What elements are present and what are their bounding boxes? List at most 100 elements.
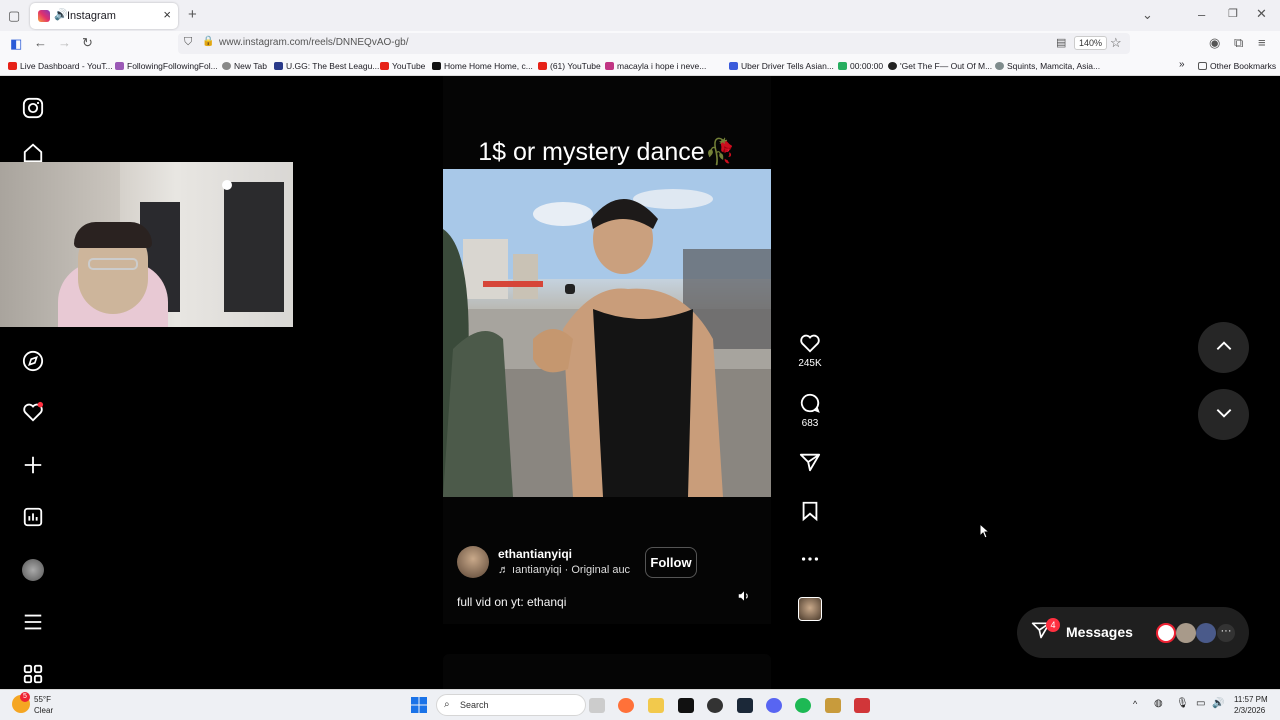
- like-heart-icon[interactable]: [797, 332, 823, 356]
- windows-start-icon[interactable]: [411, 697, 427, 713]
- maximize-icon[interactable]: ❐: [1228, 7, 1238, 20]
- steam-icon[interactable]: [737, 698, 753, 713]
- riot-client-icon[interactable]: [854, 698, 870, 713]
- bookmarks-bar: Live Dashboard - YouT... FollowingFollow…: [0, 56, 1280, 76]
- like-action[interactable]: 245K: [797, 332, 823, 369]
- tab-close-icon[interactable]: ×: [163, 7, 171, 22]
- bookmark-item[interactable]: 00:00:00: [838, 61, 883, 71]
- bookmark-item[interactable]: 'Get The F— Out Of M...: [888, 61, 992, 71]
- back-icon[interactable]: ←: [34, 35, 47, 50]
- tray-chevron-up-icon[interactable]: ^: [1133, 699, 1137, 709]
- reload-icon[interactable]: ↻: [82, 35, 93, 51]
- share-send-icon[interactable]: [797, 451, 823, 475]
- clock-time[interactable]: 11:57 PM: [1234, 695, 1268, 704]
- tab-overview-icon[interactable]: ▢: [8, 8, 20, 24]
- bookmark-item[interactable]: U.GG: The Best Leagu...: [274, 61, 379, 71]
- previous-reel-button[interactable]: [1198, 322, 1249, 373]
- bookmark-item[interactable]: New Tab: [222, 61, 267, 71]
- display-icon[interactable]: ▭: [1196, 698, 1205, 709]
- messages-button[interactable]: 4 Messages ···: [1017, 607, 1249, 658]
- bookmark-item[interactable]: Home Home Home, c...: [432, 61, 533, 71]
- messages-badge: 4: [1046, 618, 1060, 632]
- audio-thumbnail[interactable]: [798, 597, 822, 621]
- tab-list-chevron-icon[interactable]: ⌄: [1142, 7, 1153, 23]
- reel-video[interactable]: [443, 169, 771, 497]
- sidebar-toggle-icon[interactable]: ◧: [10, 36, 22, 52]
- microphone-icon[interactable]: 🎙: [1176, 698, 1189, 709]
- weather-badge: 5: [20, 692, 30, 702]
- capcut-icon[interactable]: [678, 698, 694, 713]
- bookmark-item[interactable]: macayla i hope i neve...: [605, 61, 706, 71]
- more-conversations-icon: ···: [1217, 624, 1235, 642]
- comment-bubble-icon[interactable]: [797, 392, 823, 416]
- messages-label: Messages: [1066, 624, 1133, 640]
- discord-icon[interactable]: [766, 698, 782, 713]
- speaker-icon[interactable]: 🔊: [54, 8, 68, 21]
- next-reel-button[interactable]: [1198, 389, 1249, 440]
- comment-action[interactable]: 683: [797, 392, 823, 429]
- bookmark-item[interactable]: Uber Driver Tells Asian...: [729, 61, 834, 71]
- extensions-icon[interactable]: ⧉: [1234, 35, 1243, 51]
- save-action[interactable]: [797, 500, 823, 524]
- zoom-level[interactable]: 140%: [1074, 36, 1108, 50]
- taskbar-search[interactable]: ⌕ Search: [436, 694, 586, 716]
- author-avatar[interactable]: [457, 546, 489, 578]
- obs-icon[interactable]: [707, 698, 723, 713]
- follow-button[interactable]: Follow: [645, 547, 697, 578]
- window-close-icon[interactable]: ✕: [1256, 6, 1267, 22]
- new-tab-button[interactable]: +: [188, 6, 197, 23]
- likes-count: 245K: [798, 358, 822, 369]
- tab-title: Instagram: [67, 10, 116, 22]
- url-text[interactable]: www.instagram.com/reels/DNNEQvAO-gb/: [219, 37, 409, 48]
- network-icon[interactable]: ◍: [1154, 698, 1163, 709]
- bookmark-item[interactable]: (61) YouTube: [538, 61, 601, 71]
- bookmark-item[interactable]: Live Dashboard - YouT...: [8, 61, 113, 71]
- audio-track[interactable]: ♬ ıantianyiqi · Original auc: [498, 564, 631, 576]
- forward-icon[interactable]: →: [58, 35, 71, 50]
- account-icon[interactable]: ◉: [1209, 35, 1220, 51]
- file-explorer-icon[interactable]: [648, 698, 664, 713]
- also-from-meta-icon[interactable]: [21, 663, 45, 687]
- shield-icon[interactable]: ⛉: [184, 36, 192, 49]
- profile-avatar[interactable]: [21, 558, 45, 582]
- chevron-up-icon: [1216, 341, 1231, 350]
- clock-date[interactable]: 2/3/2026: [1234, 706, 1265, 715]
- more-options-action[interactable]: [797, 548, 823, 572]
- sound-toggle-icon[interactable]: [735, 589, 753, 607]
- dashboard-chart-icon[interactable]: [21, 506, 45, 530]
- instagram-logo-icon[interactable]: [21, 97, 45, 121]
- minimize-icon[interactable]: –: [1198, 7, 1205, 22]
- bookmark-item[interactable]: Squints, Mamcita, Asia...: [995, 61, 1100, 71]
- bookmark-item[interactable]: FollowingFollowingFol...: [115, 61, 218, 71]
- volume-icon[interactable]: 🔊: [1212, 698, 1224, 709]
- task-view-icon[interactable]: [589, 698, 605, 713]
- more-dots-icon[interactable]: [797, 548, 823, 572]
- spotify-icon[interactable]: [795, 698, 811, 713]
- bookmark-item[interactable]: YouTube: [380, 61, 425, 71]
- weather-temp[interactable]: 55°F: [34, 695, 51, 704]
- notifications-heart-icon[interactable]: [21, 401, 45, 425]
- league-client-icon[interactable]: [825, 698, 841, 713]
- create-plus-icon[interactable]: [21, 454, 45, 478]
- navigation-bar: ◧ ← → ↻ ⛉ 🔒 www.instagram.com/reels/DNNE…: [0, 31, 1280, 56]
- next-reel-preview[interactable]: [443, 654, 771, 689]
- more-menu-icon[interactable]: [21, 611, 45, 635]
- bookmarks-overflow-icon[interactable]: »: [1179, 59, 1185, 70]
- lock-icon[interactable]: 🔒: [202, 36, 214, 47]
- author-username[interactable]: ethantianyiqi: [498, 547, 572, 561]
- instagram-favicon-icon: [38, 10, 50, 22]
- reel-caption: full vid on yt: ethanqi: [457, 595, 567, 609]
- other-bookmarks[interactable]: Other Bookmarks: [1198, 61, 1276, 71]
- bookmark-star-icon[interactable]: ☆: [1110, 35, 1122, 51]
- reel-card: 1$ or mystery dance🥀 ethantianyiqi ♬ ıan…: [443, 76, 771, 624]
- weather-desc[interactable]: Clear: [34, 706, 53, 715]
- bookmark-save-icon[interactable]: [797, 500, 823, 524]
- menu-icon[interactable]: ≡: [1258, 35, 1266, 50]
- address-bar[interactable]: ⛉ 🔒 www.instagram.com/reels/DNNEQvAO-gb/…: [178, 33, 1130, 54]
- explore-compass-icon[interactable]: [21, 350, 45, 374]
- search-placeholder: Search: [460, 700, 489, 710]
- share-action[interactable]: [797, 451, 823, 475]
- firefox-icon[interactable]: [618, 698, 634, 713]
- tab-instagram[interactable]: 🔊 Instagram ×: [30, 3, 178, 29]
- reader-view-icon[interactable]: ▤: [1056, 36, 1066, 49]
